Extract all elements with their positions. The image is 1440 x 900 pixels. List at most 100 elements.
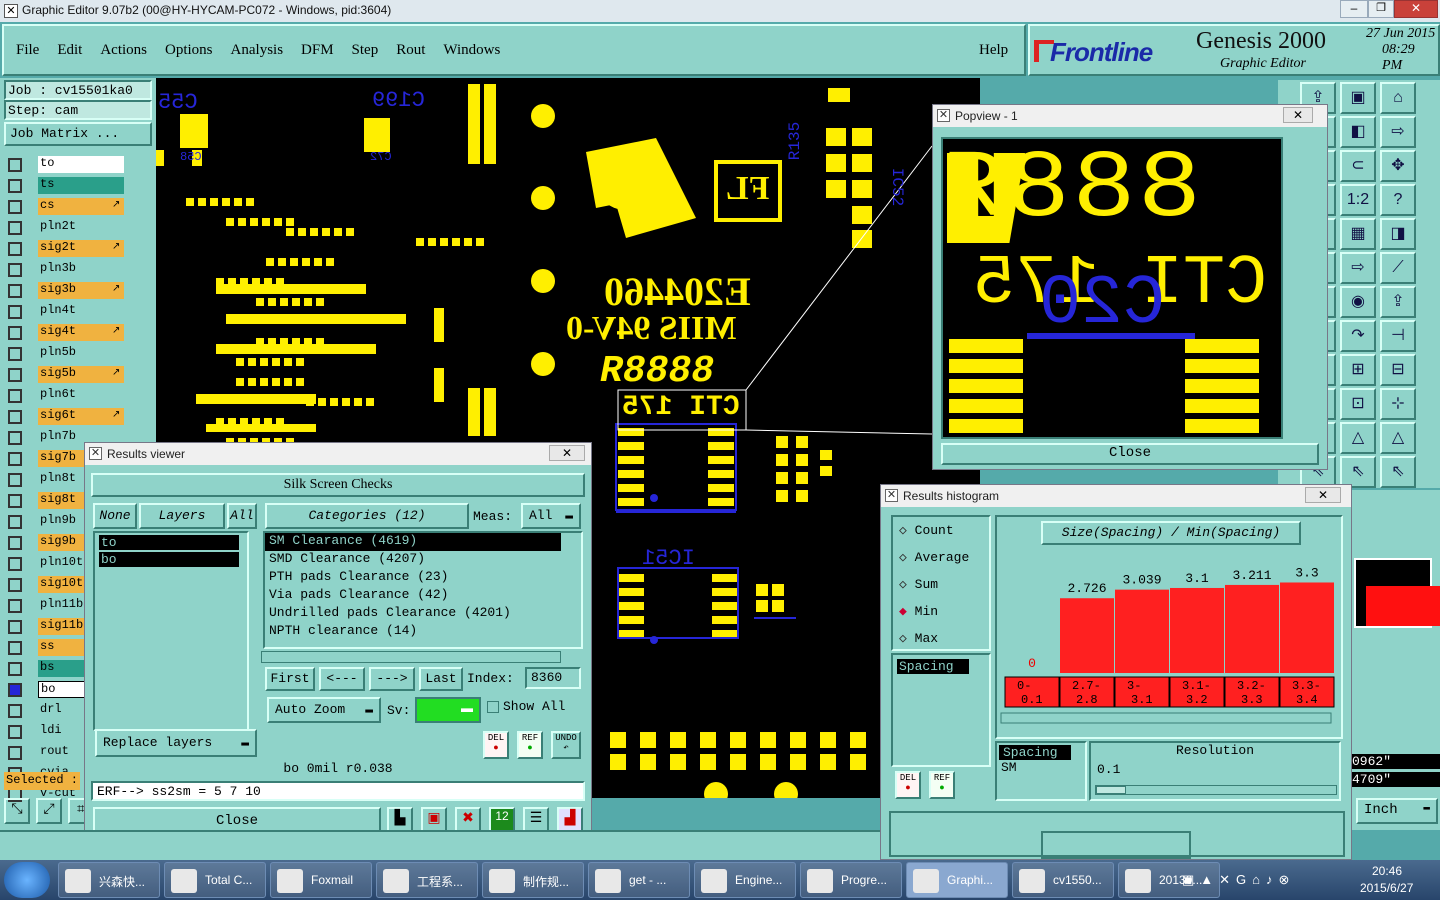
show-all-checkbox[interactable] — [487, 701, 499, 713]
layer-checkbox[interactable] — [8, 200, 22, 214]
all-button[interactable]: All — [227, 503, 257, 529]
layer-checkbox[interactable] — [8, 158, 22, 172]
spacing-list-2[interactable]: Spacing SM — [995, 741, 1087, 801]
menu-options[interactable]: Options — [165, 42, 213, 59]
layer-checkbox[interactable] — [8, 473, 22, 487]
layer-name[interactable]: to — [38, 156, 124, 173]
layer-row[interactable]: sig3b ↗ — [4, 282, 154, 300]
tool-button[interactable]: ↷ — [1340, 320, 1376, 352]
layer-row[interactable]: pln6t — [4, 387, 154, 405]
layer-checkbox[interactable] — [8, 494, 22, 508]
layer-checkbox[interactable] — [8, 725, 22, 739]
category-item[interactable]: NPTH clearance (14) — [265, 623, 581, 641]
popview-scrollbar[interactable] — [1287, 137, 1319, 439]
menu-analysis[interactable]: Analysis — [231, 42, 284, 59]
layer-name[interactable]: pln3b — [38, 261, 124, 278]
tool-button[interactable]: ◉ — [1340, 286, 1376, 318]
results-close-icon[interactable]: ✕ — [549, 445, 585, 461]
tool-button[interactable]: ⌂ — [1380, 82, 1416, 114]
menu-edit[interactable]: Edit — [57, 42, 82, 59]
taskbar-item[interactable]: 兴森快... — [58, 862, 160, 898]
popview-close-icon[interactable]: ✕ — [1283, 107, 1313, 123]
prev-button[interactable]: <--- — [319, 667, 365, 691]
taskbar-item[interactable]: Engine... — [694, 862, 796, 898]
tool-button[interactable]: ▣ — [1340, 82, 1376, 114]
tool-button[interactable]: ◨ — [1380, 218, 1416, 250]
none-button[interactable]: None — [93, 503, 137, 529]
tool-button-1[interactable]: ⤡ — [4, 798, 30, 824]
layer-row[interactable]: pln5b — [4, 345, 154, 363]
histogram-ref-button[interactable]: REF ● — [929, 771, 955, 799]
undo-button[interactable]: UNDO ↶ — [551, 731, 581, 759]
layer-row[interactable]: pln4t — [4, 303, 154, 321]
layer-checkbox[interactable] — [8, 389, 22, 403]
menu-rout[interactable]: Rout — [396, 42, 425, 59]
category-item[interactable]: Undrilled pads Clearance (4201) — [265, 605, 581, 623]
index-input[interactable]: 8360 — [525, 667, 581, 689]
menu-step[interactable]: Step — [352, 42, 379, 59]
layer-checkbox[interactable] — [8, 410, 22, 424]
menu-actions[interactable]: Actions — [100, 42, 147, 59]
layer-row[interactable]: pln3b — [4, 261, 154, 279]
tool-button[interactable]: ⊟ — [1380, 354, 1416, 386]
category-item[interactable]: SMD Clearance (4207) — [265, 551, 581, 569]
layer-checkbox[interactable] — [8, 557, 22, 571]
start-button[interactable] — [4, 862, 50, 898]
job-matrix-button[interactable]: Job Matrix ... — [4, 122, 152, 146]
layer-row[interactable]: pln2t — [4, 219, 154, 237]
taskbar-item[interactable]: 工程系... — [376, 862, 478, 898]
layer-checkbox[interactable] — [8, 641, 22, 655]
category-item[interactable]: SM Clearance (4619) — [265, 533, 561, 551]
tool-button[interactable]: 1:2 — [1340, 184, 1376, 216]
tool-button[interactable]: ⇖ — [1380, 456, 1416, 488]
option-count[interactable]: ◇ Count — [893, 517, 989, 544]
histogram-del-button[interactable]: DEL ● — [895, 771, 921, 799]
ref-button[interactable]: REF ● — [517, 731, 543, 759]
tool-button[interactable]: ? — [1380, 184, 1416, 216]
tool-button[interactable]: ⇨ — [1380, 116, 1416, 148]
sv-color-select[interactable]: ▬ — [415, 697, 481, 723]
layer-name[interactable]: pln2t — [38, 219, 124, 236]
tool-button[interactable]: ✥ — [1380, 150, 1416, 182]
layer-name[interactable]: ts — [38, 177, 124, 194]
layer-checkbox[interactable] — [8, 704, 22, 718]
layer-checkbox[interactable] — [8, 284, 22, 298]
tool-button-2[interactable]: ⤢ — [36, 798, 62, 824]
tool-button[interactable]: ⊣ — [1380, 320, 1416, 352]
layer-checkbox[interactable] — [8, 221, 22, 235]
layer-name[interactable]: pln5b — [38, 345, 124, 362]
taskbar-item[interactable]: Graphi... — [906, 862, 1008, 898]
layer-row[interactable]: cs ↗ — [4, 198, 154, 216]
results-category-list[interactable]: SM Clearance (4619) SMD Clearance (4207) P… — [263, 531, 583, 649]
tool-button[interactable]: △ — [1380, 422, 1416, 454]
layer-checkbox[interactable] — [8, 683, 22, 697]
auto-zoom-select[interactable]: Auto Zoom ▬ — [267, 697, 381, 723]
next-button[interactable]: ---> — [369, 667, 415, 691]
layer-checkbox[interactable] — [8, 326, 22, 340]
layer-checkbox[interactable] — [8, 662, 22, 676]
taskbar-item[interactable]: 制作规... — [482, 862, 584, 898]
histogram-close-icon[interactable]: ✕ — [1305, 487, 1341, 503]
spacing-item[interactable]: Spacing — [897, 659, 969, 674]
layer-checkbox[interactable] — [8, 578, 22, 592]
layer-name[interactable]: pln6t — [38, 387, 124, 404]
minimize-button[interactable]: – — [1340, 0, 1368, 18]
layer-checkbox[interactable] — [8, 620, 22, 634]
tool-button[interactable]: ⊹ — [1380, 388, 1416, 420]
results-layer-list[interactable]: to bo — [93, 531, 249, 731]
tool-button[interactable]: ⊞ — [1340, 354, 1376, 386]
tool-button[interactable]: ⇪ — [1380, 286, 1416, 318]
layer-row[interactable]: sig5b ↗ — [4, 366, 154, 384]
category-item[interactable]: Via pads Clearance (42) — [265, 587, 581, 605]
layer-name[interactable]: pln4t — [38, 303, 124, 320]
tool-button[interactable]: ◧ — [1340, 116, 1376, 148]
taskbar-item[interactable]: Total C... — [164, 862, 266, 898]
taskbar-item[interactable]: get - ... — [588, 862, 690, 898]
tool-button[interactable]: ⊡ — [1340, 388, 1376, 420]
last-button[interactable]: Last — [419, 667, 463, 691]
menu-file[interactable]: File — [16, 42, 39, 59]
popview-canvas[interactable]: R888 CTI 175 C20 — [941, 137, 1283, 439]
layer-checkbox[interactable] — [8, 242, 22, 256]
layers-button[interactable]: Layers — [139, 503, 225, 529]
option-min[interactable]: ◆ Min — [893, 598, 989, 625]
